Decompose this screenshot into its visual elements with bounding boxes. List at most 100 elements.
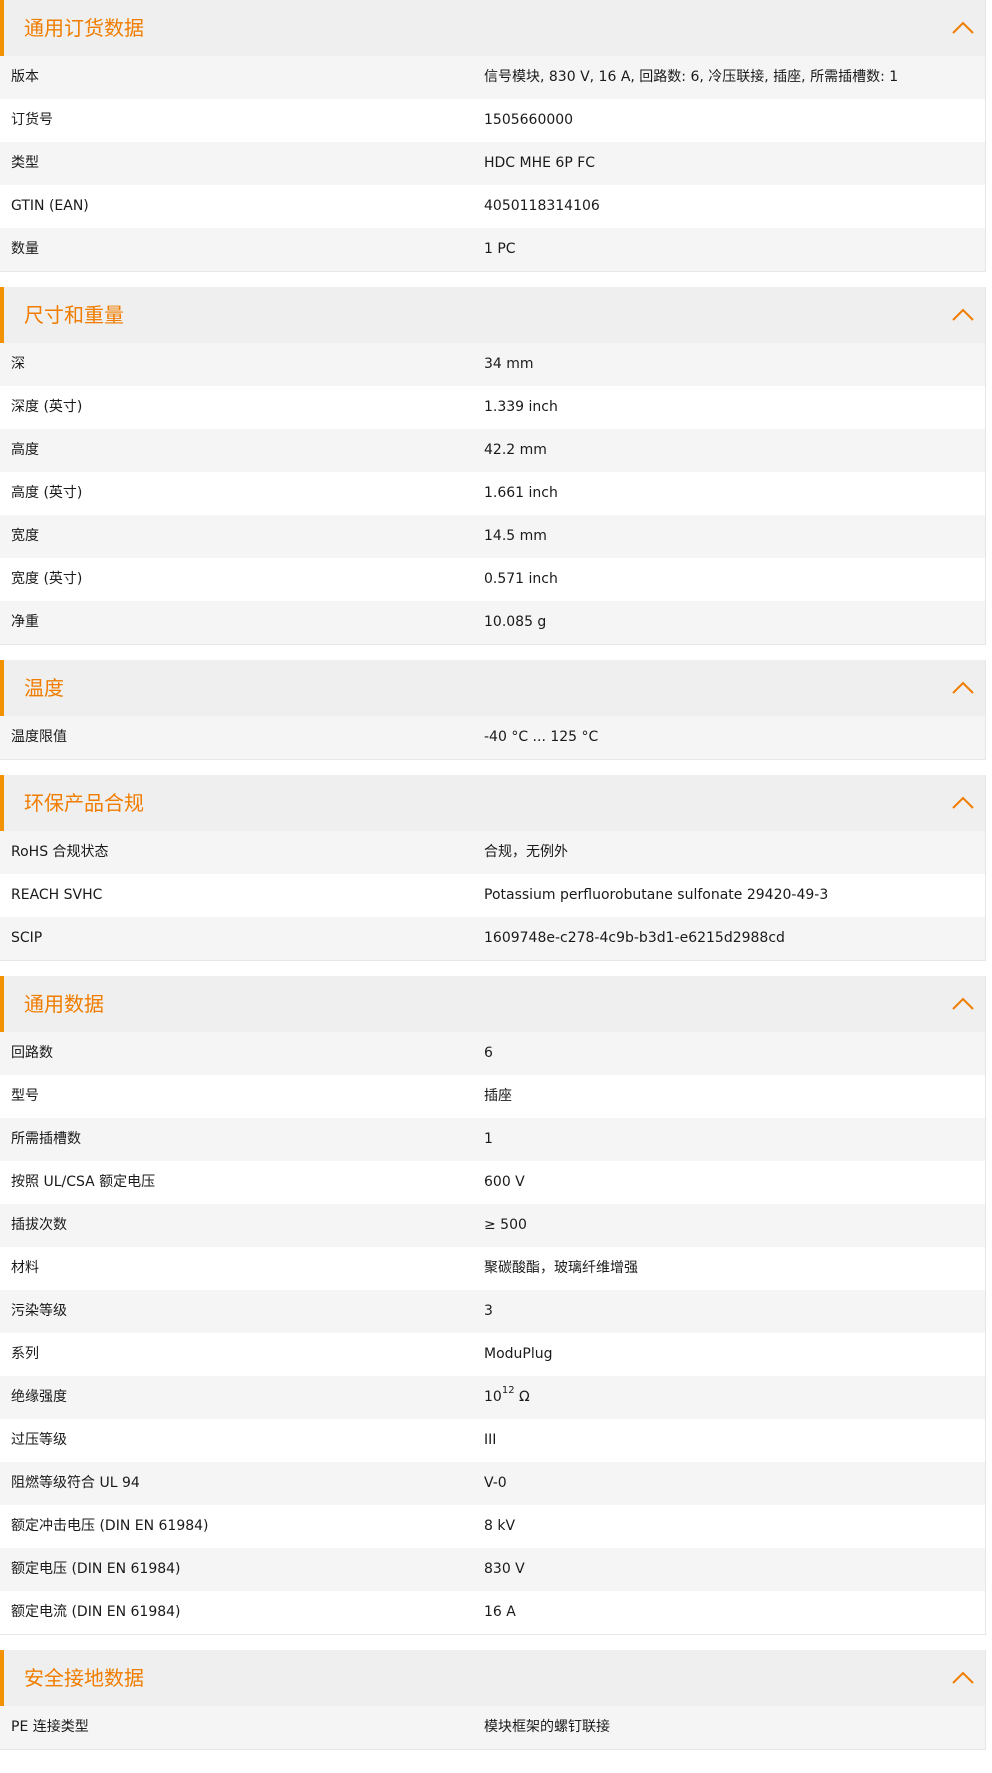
spec-value: Potassium perfluorobutane sulfonate 2942… xyxy=(484,887,829,903)
spec-value: 1 xyxy=(484,1131,493,1147)
spec-value: -40 °C ... 125 °C xyxy=(484,729,599,745)
spec-label: 额定电压 (DIN EN 61984) xyxy=(11,1561,181,1577)
chevron-up-icon xyxy=(952,796,974,809)
section-environmental-compliance: 环保产品合规 RoHS 合规状态 合规，无例外 REACH SVHC Potassi… xyxy=(0,775,986,961)
collapse-toggle-button[interactable] xyxy=(949,1664,977,1692)
spec-row-rohs: RoHS 合规状态 合规，无例外 xyxy=(0,831,985,874)
spec-value: 合规，无例外 xyxy=(484,844,568,860)
spec-value: 3 xyxy=(484,1303,493,1319)
spec-row-impulse-voltage: 额定冲击电压 (DIN EN 61984) 8 kV xyxy=(0,1505,985,1548)
spec-row-scip: SCIP 1609748e-c278-4c9b-b3d1-e6215d2988cd xyxy=(0,917,985,960)
spec-label: 型号 xyxy=(11,1088,39,1104)
collapse-toggle-button[interactable] xyxy=(949,301,977,329)
section-header[interactable]: 通用订货数据 xyxy=(0,0,985,56)
spec-label: 温度限值 xyxy=(11,729,67,745)
spec-row-pollution-degree: 污染等级 3 xyxy=(0,1290,985,1333)
spec-value: 42.2 mm xyxy=(484,442,547,458)
spec-value: 6 xyxy=(484,1045,493,1061)
spec-value: 插座 xyxy=(484,1088,512,1104)
spec-value: 8 kV xyxy=(484,1518,516,1534)
spec-row-quantity: 数量 1 PC xyxy=(0,228,985,271)
spec-value: 模块框架的螺钉联接 xyxy=(484,1719,610,1735)
spec-value: 1505660000 xyxy=(484,112,574,128)
spec-row-model: 型号 插座 xyxy=(0,1075,985,1118)
spec-label: 宽度 (英寸) xyxy=(11,571,83,587)
spec-label: 额定电流 (DIN EN 61984) xyxy=(11,1604,181,1620)
spec-row-height: 高度 42.2 mm xyxy=(0,429,985,472)
spec-value: 1 PC xyxy=(484,241,516,257)
spec-row-pe-connection: PE 连接类型 模块框架的螺钉联接 xyxy=(0,1706,985,1749)
section-header[interactable]: 通用数据 xyxy=(0,976,985,1032)
spec-value: 1.661 inch xyxy=(484,485,558,501)
chevron-up-icon xyxy=(952,1671,974,1684)
spec-row-ul-voltage: 按照 UL/CSA 额定电压 600 V xyxy=(0,1161,985,1204)
collapse-toggle-button[interactable] xyxy=(949,789,977,817)
spec-value: 4050118314106 xyxy=(484,198,600,214)
spec-value: 16 A xyxy=(484,1604,516,1620)
spec-label: RoHS 合规状态 xyxy=(11,844,109,860)
spec-value: 10.085 g xyxy=(484,614,547,630)
spec-row-rated-current: 额定电流 (DIN EN 61984) 16 A xyxy=(0,1591,985,1634)
spec-label: 所需插槽数 xyxy=(11,1131,81,1147)
spec-value: 聚碳酸酯，玻璃纤维增强 xyxy=(484,1260,638,1276)
section-ordering-data: 通用订货数据 版本 信号模块, 830 V, 16 A, 回路数: 6, 冷压联接… xyxy=(0,0,986,272)
spec-value: 14.5 mm xyxy=(484,528,547,544)
spec-value: III xyxy=(484,1432,497,1448)
section-header[interactable]: 尺寸和重量 xyxy=(0,287,985,343)
section-title: 温度 xyxy=(24,676,64,700)
chevron-up-icon xyxy=(952,308,974,321)
spec-label: 过压等级 xyxy=(11,1432,67,1448)
spec-value: 830 V xyxy=(484,1561,525,1577)
spec-row-gtin: GTIN (EAN) 4050118314106 xyxy=(0,185,985,228)
spec-row-series: 系列 ModuPlug xyxy=(0,1333,985,1376)
spec-label: 阻燃等级符合 UL 94 xyxy=(11,1475,140,1491)
spec-label: 类型 xyxy=(11,155,39,171)
spec-value: 信号模块, 830 V, 16 A, 回路数: 6, 冷压联接, 插座, 所需插… xyxy=(484,69,899,85)
spec-label: 深度 (英寸) xyxy=(11,399,83,415)
spec-row-reach: REACH SVHC Potassium perfluorobutane sulf… xyxy=(0,874,985,917)
spec-row-material: 材料 聚碳酸酯，玻璃纤维增强 xyxy=(0,1247,985,1290)
spec-label: 系列 xyxy=(11,1346,39,1362)
spec-label: 数量 xyxy=(11,241,39,257)
section-header[interactable]: 环保产品合规 xyxy=(0,775,985,831)
spec-value: ModuPlug xyxy=(484,1346,553,1362)
section-header[interactable]: 安全接地数据 xyxy=(0,1650,985,1706)
spec-row-overvoltage: 过压等级 III xyxy=(0,1419,985,1462)
spec-row-net-weight: 净重 10.085 g xyxy=(0,601,985,644)
section-header[interactable]: 温度 xyxy=(0,660,985,716)
spec-row-temperature-limit: 温度限值 -40 °C ... 125 °C xyxy=(0,716,985,759)
spec-value: V-0 xyxy=(484,1475,507,1491)
spec-row-order-number: 订货号 1505660000 xyxy=(0,99,985,142)
spec-label: 订货号 xyxy=(11,112,53,128)
section-title: 尺寸和重量 xyxy=(24,303,124,327)
spec-row-type: 类型 HDC MHE 6P FC xyxy=(0,142,985,185)
spec-value: 0.571 inch xyxy=(484,571,558,587)
spec-label: 回路数 xyxy=(11,1045,53,1061)
section-title: 环保产品合规 xyxy=(24,791,144,815)
spec-row-width-inch: 宽度 (英寸) 0.571 inch xyxy=(0,558,985,601)
spec-row-height-inch: 高度 (英寸) 1.661 inch xyxy=(0,472,985,515)
spec-label: 深 xyxy=(11,356,25,372)
spec-row-rated-voltage: 额定电压 (DIN EN 61984) 830 V xyxy=(0,1548,985,1591)
spec-value: 1.339 inch xyxy=(484,399,558,415)
insulation-unit: Ω xyxy=(514,1389,530,1405)
chevron-up-icon xyxy=(952,997,974,1010)
section-title: 通用数据 xyxy=(24,992,104,1016)
spec-label: 材料 xyxy=(11,1260,39,1276)
section-title: 通用订货数据 xyxy=(24,16,144,40)
insulation-base: 10 xyxy=(484,1389,502,1405)
spec-value: HDC MHE 6P FC xyxy=(484,155,596,171)
spec-row-slots: 所需插槽数 1 xyxy=(0,1118,985,1161)
spec-row-mating-cycles: 插拔次数 ≥ 500 xyxy=(0,1204,985,1247)
spec-label: 宽度 xyxy=(11,528,39,544)
collapse-toggle-button[interactable] xyxy=(949,14,977,42)
collapse-toggle-button[interactable] xyxy=(949,674,977,702)
spec-label: SCIP xyxy=(11,930,43,946)
collapse-toggle-button[interactable] xyxy=(949,990,977,1018)
spec-value: 1012 Ω xyxy=(484,1376,530,1419)
section-general-data: 通用数据 回路数 6 型号 插座 所需插槽数 1 按照 UL/CSA 额定电压 600 … xyxy=(0,976,986,1635)
spec-label: 额定冲击电压 (DIN EN 61984) xyxy=(11,1518,209,1534)
spec-label: 按照 UL/CSA 额定电压 xyxy=(11,1174,156,1190)
spec-row-insulation: 绝缘强度 1012 Ω xyxy=(0,1376,985,1419)
chevron-up-icon xyxy=(952,681,974,694)
